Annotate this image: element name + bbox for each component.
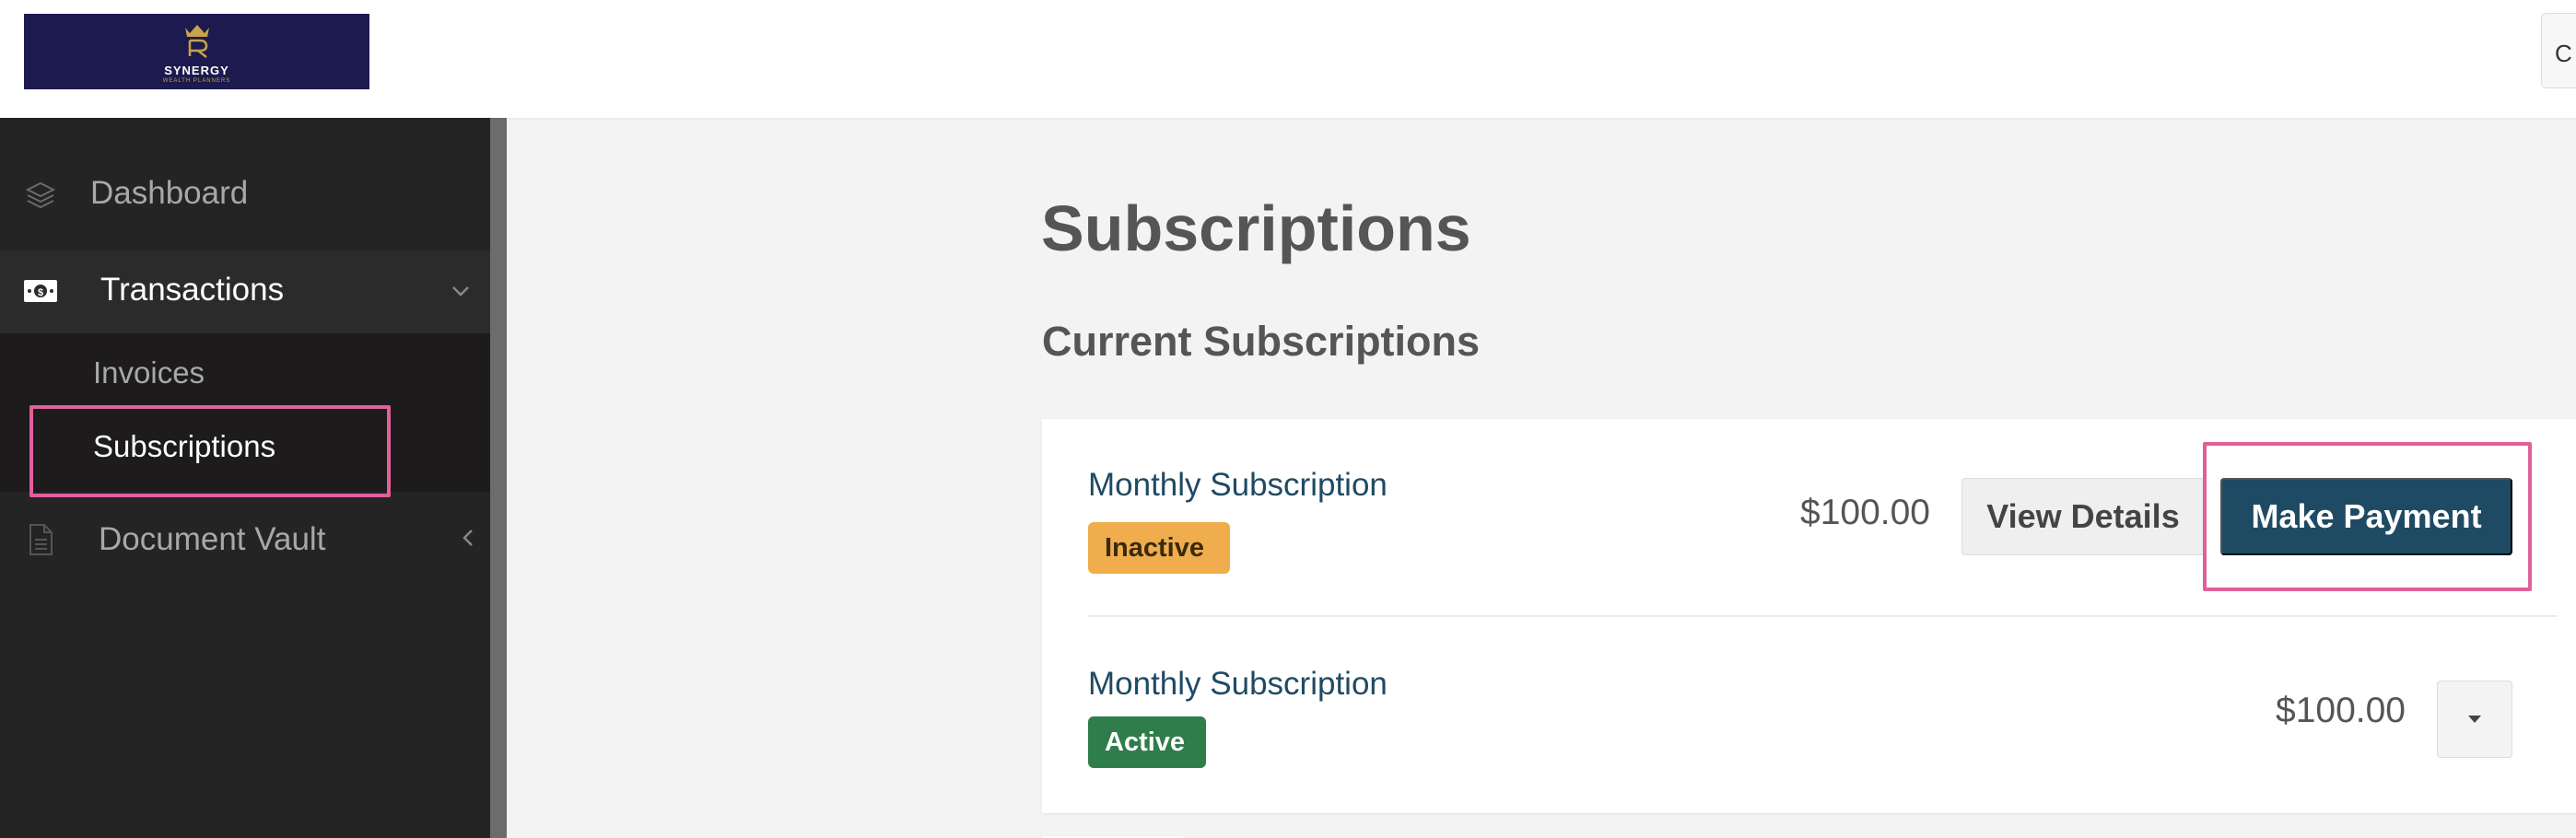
subscription-name[interactable]: Monthly Subscription <box>1088 666 1388 703</box>
sidebar-scrollbar[interactable] <box>490 118 507 838</box>
brand-logo[interactable]: SYNERGY WEALTH PLANNERS <box>24 14 369 89</box>
sidebar-item-transactions[interactable]: $ Transactions <box>0 250 490 333</box>
sidebar-item-label: Document Vault <box>99 521 326 557</box>
highlight-box <box>2203 442 2532 591</box>
section-title: Current Subscriptions <box>1042 318 1481 365</box>
top-bar: SYNERGY WEALTH PLANNERS C <box>0 0 2576 118</box>
page-title: Subscriptions <box>1041 192 1471 264</box>
brand-tagline: WEALTH PLANNERS <box>162 78 231 84</box>
sidebar-item-document-vault[interactable]: Document Vault <box>0 501 490 578</box>
brand-name: SYNERGY <box>164 64 229 77</box>
chevron-left-icon <box>457 525 479 555</box>
subscriptions-card: Monthly Subscription Inactive $100.00 Vi… <box>1042 419 2576 813</box>
subscription-row: Monthly Subscription Inactive $100.00 Vi… <box>1042 419 2576 617</box>
dropdown-toggle-button[interactable] <box>2437 681 2512 758</box>
subscription-row: Monthly Subscription Active $100.00 <box>1042 617 2576 815</box>
subscription-name[interactable]: Monthly Subscription <box>1088 467 1388 504</box>
document-icon <box>22 521 59 558</box>
crown-logo-icon <box>184 25 209 58</box>
top-right-button[interactable]: C <box>2541 13 2576 88</box>
layers-icon <box>22 177 59 214</box>
chevron-down-icon <box>448 278 474 308</box>
svg-text:$: $ <box>38 287 43 298</box>
subscription-price: $100.00 <box>1800 493 1930 532</box>
subscription-price: $100.00 <box>2276 691 2406 730</box>
money-icon: $ <box>22 273 59 309</box>
sidebar-item-dashboard[interactable]: Dashboard <box>0 157 490 234</box>
sidebar-item-label: Transactions <box>100 272 285 308</box>
caret-down-icon <box>2468 716 2481 723</box>
sidebar-item-invoices[interactable]: Invoices <box>0 335 490 409</box>
status-badge: Active <box>1088 716 1206 768</box>
view-details-button[interactable]: View Details <box>1961 478 2205 555</box>
top-right-button-label: C <box>2555 40 2572 67</box>
highlight-box <box>29 405 391 497</box>
status-badge: Inactive <box>1088 522 1230 574</box>
sidebar-item-label: Dashboard <box>90 175 249 211</box>
sidebar-item-label: Invoices <box>93 355 205 390</box>
